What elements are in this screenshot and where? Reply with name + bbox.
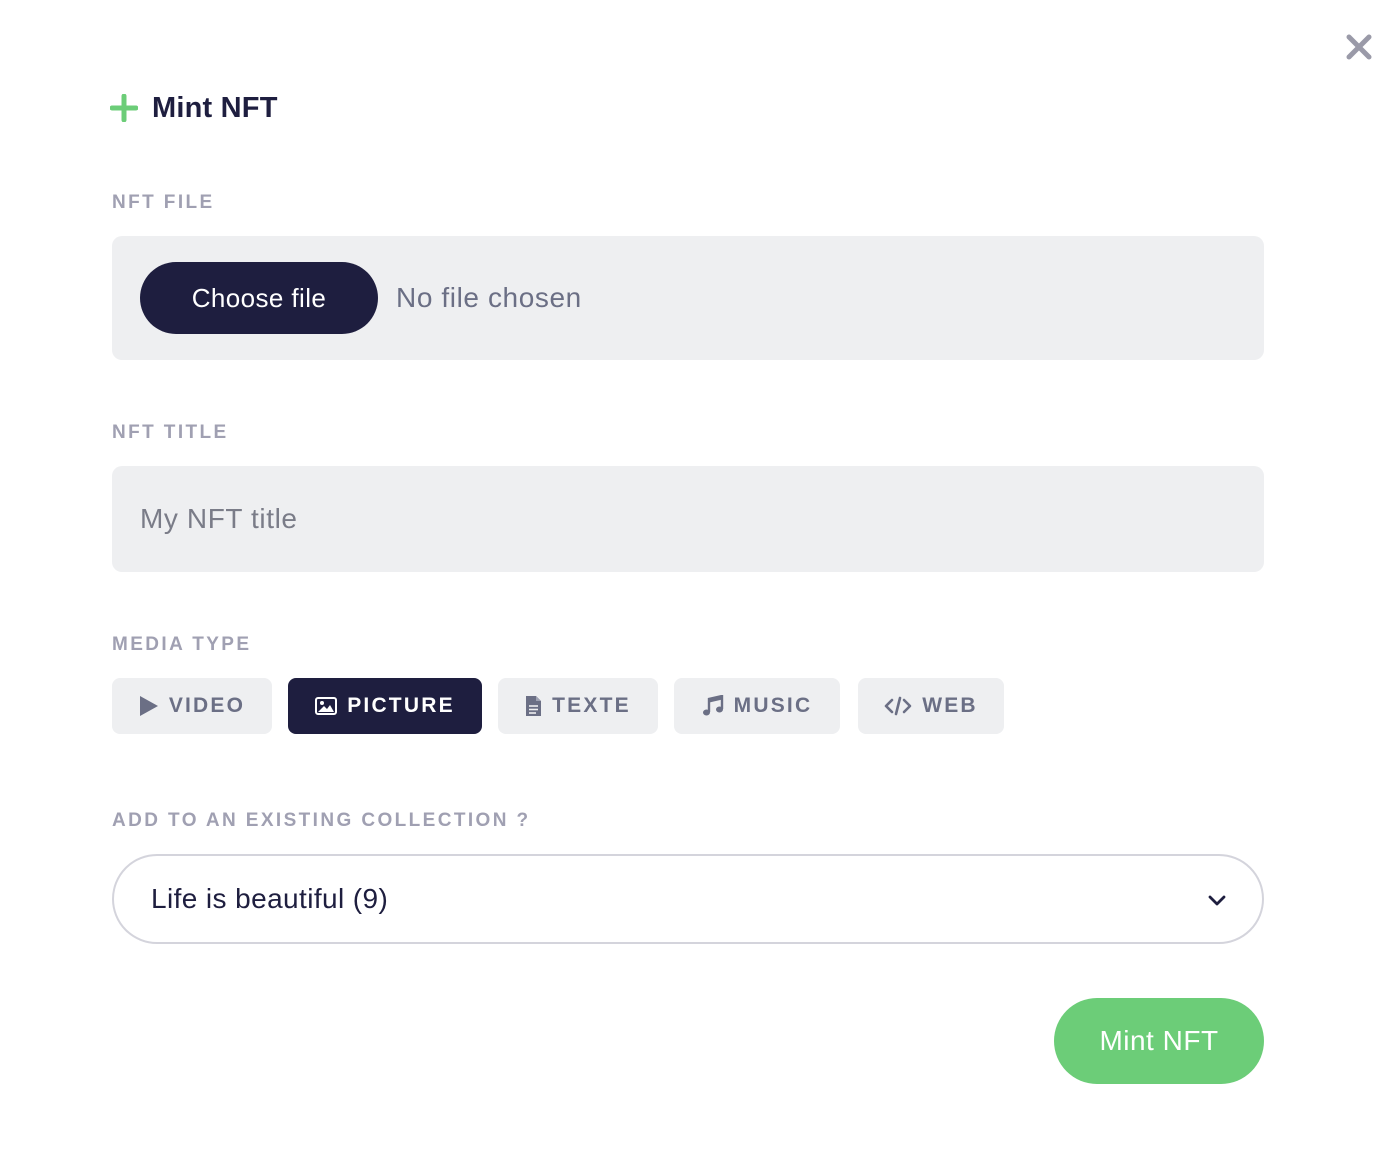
collection-selected-value: Life is beautiful (9) <box>151 883 389 914</box>
file-status-text: No file chosen <box>396 282 582 313</box>
document-icon <box>525 695 542 717</box>
mint-nft-button[interactable]: Mint NFT <box>1054 998 1264 1084</box>
media-type-picture-label: PICTURE <box>347 694 455 717</box>
nft-file-label: NFT FILE <box>112 192 215 213</box>
close-button[interactable] <box>1342 30 1376 64</box>
play-icon <box>139 695 159 717</box>
collection-select[interactable]: Life is beautiful (9) <box>112 854 1264 944</box>
code-icon <box>884 696 912 716</box>
media-type-picture-button[interactable]: PICTURE <box>288 678 482 734</box>
media-type-music-label: MUSIC <box>733 694 813 717</box>
file-input-box: Choose file No file chosen <box>112 236 1264 360</box>
close-icon <box>1346 34 1372 60</box>
image-icon <box>315 697 338 715</box>
media-type-texte-button[interactable]: TEXTE <box>498 678 658 734</box>
plus-icon <box>110 94 138 122</box>
chevron-down-icon <box>1206 889 1228 911</box>
choose-file-button[interactable]: Choose file <box>140 262 378 334</box>
media-type-texte-label: TEXTE <box>552 694 631 717</box>
music-note-icon <box>702 695 724 717</box>
media-type-web-label: WEB <box>922 694 978 717</box>
modal-header: Mint NFT <box>110 88 278 128</box>
nft-title-label: NFT TITLE <box>112 422 229 443</box>
media-type-video-label: VIDEO <box>168 694 246 717</box>
media-type-label: MEDIA TYPE <box>112 634 252 655</box>
media-type-music-button[interactable]: MUSIC <box>674 678 840 734</box>
nft-title-input[interactable] <box>112 466 1264 572</box>
media-type-video-button[interactable]: VIDEO <box>112 678 272 734</box>
collection-label: ADD TO AN EXISTING COLLECTION ? <box>112 810 531 831</box>
media-type-web-button[interactable]: WEB <box>858 678 1004 734</box>
modal-title: Mint NFT <box>152 91 278 124</box>
